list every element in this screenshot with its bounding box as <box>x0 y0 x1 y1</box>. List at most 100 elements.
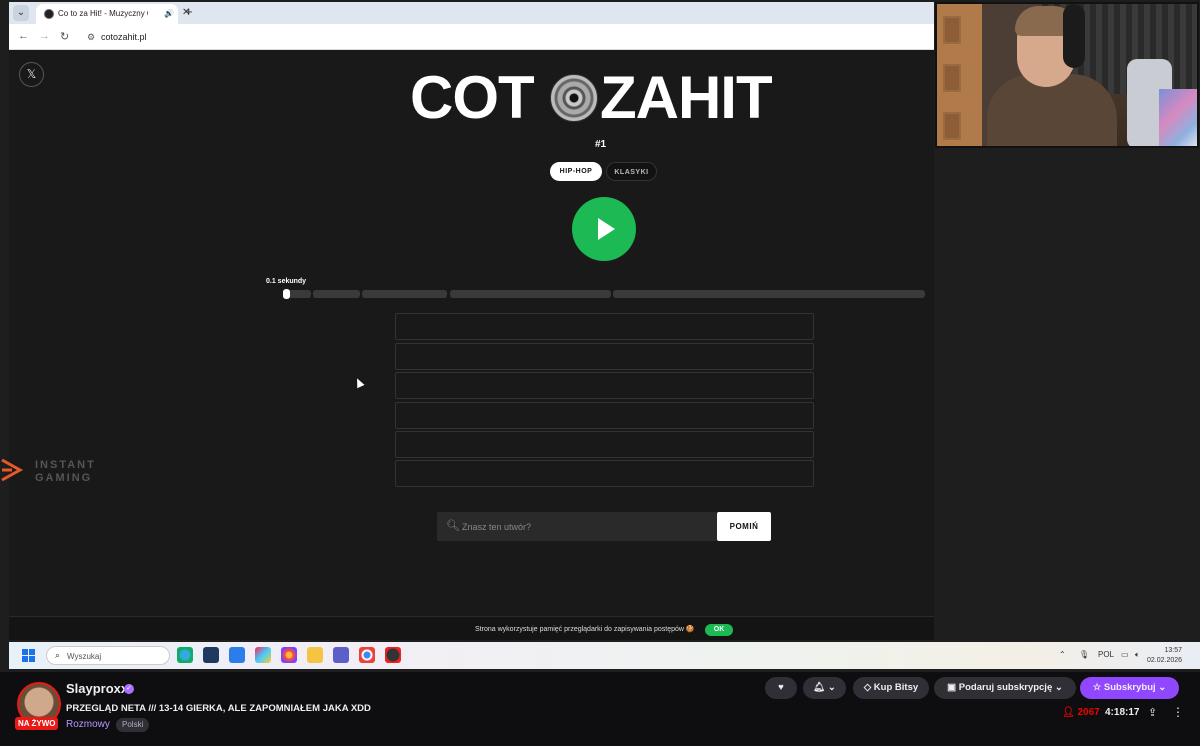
stream-title: PRZEGLĄD NETA /// 13-14 GIERKA, ALE ZAPO… <box>66 703 371 714</box>
back-icon[interactable]: ← <box>18 30 29 42</box>
audio-playing-icon[interactable]: 🔊 <box>164 9 174 18</box>
site-info-icon[interactable]: ⚙ <box>87 32 95 43</box>
instant-gaming-logo[interactable]: INSTANT GAMING <box>0 455 110 487</box>
headphones <box>1063 4 1085 68</box>
share-icon[interactable]: ⇪ <box>1148 706 1157 719</box>
viewer-count-value: 2067 <box>1077 707 1100 718</box>
browser-tab[interactable]: Co to za Hit! - Muzyczny Q... 🔊 ✕ <box>36 4 190 24</box>
more-options-icon[interactable]: ⋮ <box>1172 705 1184 719</box>
taskbar-search-placeholder: Wyszukaj <box>67 652 102 661</box>
play-button[interactable] <box>572 197 636 261</box>
reload-icon[interactable]: ↻ <box>60 30 69 43</box>
progress-segment <box>313 290 360 298</box>
notifications-button[interactable]: 🔔︎ ⌄ <box>803 677 846 699</box>
cookie-text: Strona wykorzystuje pamięć przeglądarki … <box>475 626 695 633</box>
guess-row <box>395 460 814 487</box>
language-indicator[interactable]: POL <box>1098 650 1114 659</box>
firefox-icon[interactable] <box>281 647 297 663</box>
forward-icon[interactable]: → <box>39 30 50 42</box>
guess-row <box>395 372 814 399</box>
bits-icon: ◇ <box>863 682 872 693</box>
taskbar-clock[interactable]: 13:57 02.02.2026 <box>1147 646 1182 666</box>
tray-chevron-icon[interactable]: ⌃ <box>1059 650 1066 659</box>
windows-taskbar: ⌕ Wyszukaj ⌃ 🎙︎ POL ▭ 🔈︎ 13:57 02.02.202… <box>9 642 1200 669</box>
edge-icon[interactable] <box>177 647 193 663</box>
buy-bits-button[interactable]: ◇ Kup Bitsy <box>853 677 929 699</box>
new-tab-button[interactable]: + <box>185 4 193 19</box>
progress-segment <box>613 290 925 298</box>
volume-icon[interactable]: 🔈︎ <box>1135 650 1140 660</box>
x-social-icon[interactable]: 𝕏 <box>19 62 44 87</box>
song-search-input[interactable] <box>462 518 702 535</box>
teams-icon[interactable] <box>333 647 349 663</box>
skip-button[interactable]: POMIŃ <box>717 512 771 541</box>
gift-sub-label: Podaruj subskrypcję <box>958 682 1053 693</box>
search-icon: 🔍︎ <box>446 520 460 532</box>
language-tag[interactable]: Polski <box>116 718 150 732</box>
genre-tab-hiphop[interactable]: HIP-HOP <box>550 162 602 181</box>
mouse-cursor <box>353 376 365 389</box>
time-label: 0.1 sekundy <box>266 278 307 285</box>
song-search[interactable]: 🔍︎ <box>437 512 717 541</box>
logo-text-left: COT <box>410 64 535 131</box>
subscribe-label: Subskrybuj <box>1103 682 1156 693</box>
tab-search-chevron-icon[interactable]: ⌄ <box>13 5 29 21</box>
chrome-icon[interactable] <box>359 647 375 663</box>
verified-icon: ✓ <box>124 684 134 694</box>
url-field[interactable]: cotozahit.pl <box>101 32 147 42</box>
webcam-overlay <box>935 2 1199 148</box>
channel-name[interactable]: Slayproxx <box>66 681 128 696</box>
network-icon[interactable]: ▭ <box>1121 650 1129 659</box>
guess-row <box>395 431 814 458</box>
progress-segment <box>362 290 447 298</box>
sponsor-name: INSTANT GAMING <box>35 459 96 484</box>
cookie-ok-button[interactable]: OK <box>705 624 733 636</box>
guess-row <box>395 343 814 370</box>
store-icon[interactable] <box>255 647 271 663</box>
logo-text-right: ZAHIT <box>600 64 773 131</box>
stream-category[interactable]: Rozmowy <box>66 719 110 730</box>
subscribe-button[interactable]: ☆ Subskrybuj ⌄ <box>1080 677 1179 699</box>
puzzle-number: #1 <box>595 139 607 150</box>
mail-icon[interactable] <box>229 647 245 663</box>
site-logo[interactable]: COT ZAHIT <box>410 68 800 128</box>
screen: ⌄ Co to za Hit! - Muzyczny Q... 🔊 ✕ + ← … <box>0 0 1200 746</box>
progress-cursor <box>283 289 290 299</box>
twitch-channel-bar: NA ŻYWO Slayproxx ✓ PRZEGLĄD NETA /// 13… <box>0 672 1200 746</box>
star-icon: ☆ <box>1092 682 1102 693</box>
search-icon: ⌕ <box>55 650 61 660</box>
browser-window: ⌄ Co to za Hit! - Muzyczny Q... 🔊 ✕ + ← … <box>1 2 934 640</box>
gift-icon: ▣ <box>947 682 957 693</box>
cookie-banner: Strona wykorzystuje pamięć przeglądarki … <box>9 616 934 640</box>
live-badge: NA ŻYWO <box>15 717 59 730</box>
app-icon[interactable] <box>203 647 219 663</box>
progress-segment <box>450 290 611 298</box>
tab-title: Co to za Hit! - Muzyczny Q... <box>58 9 148 18</box>
tab-bar: ⌄ Co to za Hit! - Muzyczny Q... 🔊 ✕ + <box>9 2 934 24</box>
clothing <box>1159 89 1197 146</box>
clock-time: 13:57 <box>1164 647 1183 654</box>
chevron-down-icon: ⌄ <box>1158 682 1167 693</box>
taskbar-search[interactable]: ⌕ Wyszukaj <box>46 646 170 665</box>
stream-uptime: 4:18:17 <box>1105 707 1140 718</box>
guess-row <box>395 402 814 429</box>
vinyl-disc-icon <box>550 74 598 122</box>
stream-video: ⌄ Co to za Hit! - Muzyczny Q... 🔊 ✕ + ← … <box>0 0 1200 672</box>
buy-bits-label: Kup Bitsy <box>873 682 919 693</box>
microphone-icon[interactable]: 🎙︎ <box>1079 650 1089 659</box>
clock-date: 02.02.2026 <box>1147 657 1183 664</box>
address-bar: ← → ↻ ⚙ cotozahit.pl <box>9 24 934 50</box>
genre-tab-klasyki[interactable]: KLASYKI <box>606 162 657 181</box>
folder-icon[interactable] <box>307 647 323 663</box>
viewer-count: 👤︎ 2067 <box>1062 707 1100 718</box>
chevron-down-icon: ⌄ <box>1054 682 1063 693</box>
follow-heart-icon[interactable]: ♥ <box>765 677 797 699</box>
instant-gaming-icon <box>1 458 24 482</box>
viewer-icon: 👤︎ <box>1062 707 1075 718</box>
guess-row <box>395 313 814 340</box>
web-page: 𝕏 COT ZAHIT #1 HIP-HOP KLASYKI 0.1 sekun… <box>1 50 934 640</box>
door <box>937 4 982 146</box>
windows-start-icon[interactable] <box>22 649 35 662</box>
gift-sub-button[interactable]: ▣ Podaruj subskrypcję ⌄ <box>934 677 1076 699</box>
obs-icon[interactable] <box>385 647 401 663</box>
